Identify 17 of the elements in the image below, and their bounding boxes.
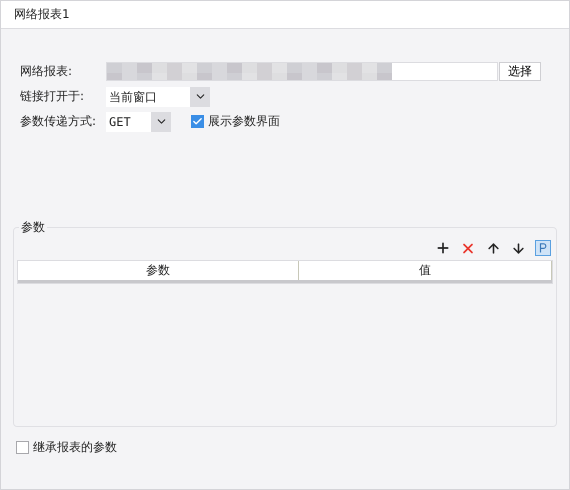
choose-button[interactable]: 选择 xyxy=(499,62,541,81)
checkbox-label: 继承报表的参数 xyxy=(33,439,117,456)
add-icon[interactable] xyxy=(435,240,451,256)
method-label: 参数传递方式: xyxy=(20,113,98,130)
checkbox-label: 展示参数界面 xyxy=(208,113,280,130)
report-url-field[interactable] xyxy=(106,62,498,81)
checkbox[interactable] xyxy=(16,441,29,454)
report-label: 网络报表: xyxy=(20,63,74,80)
parameter-icon[interactable] xyxy=(535,240,551,256)
column-header[interactable]: 值 xyxy=(299,261,552,280)
method-dropdown[interactable]: GET xyxy=(106,112,171,132)
open-dropdown[interactable]: 当前窗口 xyxy=(106,86,210,106)
group-title: 参数 xyxy=(20,219,46,236)
open-label: 链接打开于: xyxy=(20,88,86,105)
column-header[interactable]: 参数 xyxy=(18,261,300,280)
window-title: 网络报表1 xyxy=(14,6,70,23)
checkbox[interactable] xyxy=(191,115,204,128)
